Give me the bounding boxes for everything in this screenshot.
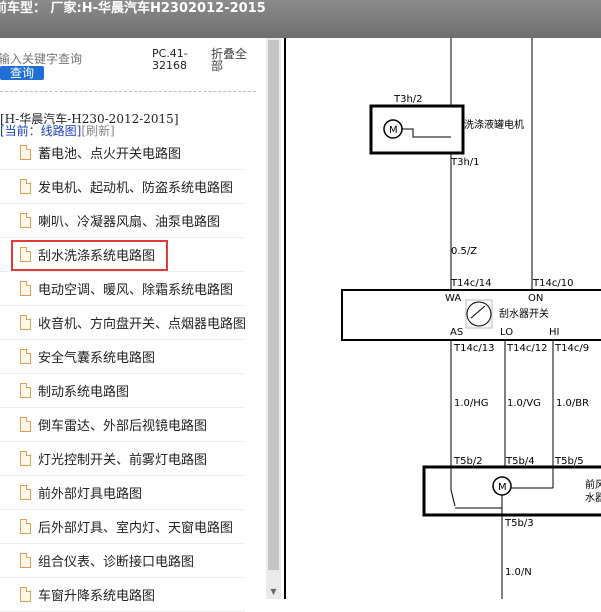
- document-icon: [20, 417, 31, 432]
- divider: [0, 91, 256, 92]
- washer-motor-m: M: [389, 125, 398, 136]
- window-title: 前车型： 厂家:H-华晨汽车H2302012-2015: [0, 1, 266, 16]
- as-label: AS: [450, 327, 463, 338]
- fold-all-link[interactable]: 折叠全部: [211, 48, 251, 72]
- document-icon: [20, 145, 31, 160]
- wire-n-label: 1.0/N: [505, 567, 532, 578]
- circuit-list-item[interactable]: 倒车雷达、外部后视镜电路图: [0, 407, 245, 442]
- circuit-list-item[interactable]: 后外部灯具、室内灯、天窗电路图: [0, 509, 245, 544]
- wiring-diagram: T3h/2 M 洗涤液罐电机 T3h/1 0.5/Z T14c/14 T14c/…: [283, 38, 601, 599]
- circuit-list-item[interactable]: 刮水洗涤系统电路图: [0, 237, 245, 272]
- circuit-list-item-label: 电动空调、暖风、除霜系统电路图: [38, 283, 234, 298]
- diagram-svg: T3h/2 M 洗涤液罐电机 T3h/1 0.5/Z T14c/14 T14c/…: [284, 38, 601, 599]
- t14c10-label: T14c/10: [532, 278, 573, 289]
- wire-br-label: 1.0/BR: [556, 398, 589, 409]
- circuit-list-item-label: 安全气囊系统电路图: [38, 351, 156, 366]
- circuit-list-item-label: 制动系统电路图: [38, 385, 130, 400]
- circuit-list-item-label: 发电机、起动机、防盗系统电路图: [38, 181, 234, 196]
- on-label: ON: [528, 293, 543, 304]
- front-label-1: 前风: [585, 478, 601, 491]
- t14c13-label: T14c/13: [453, 343, 494, 354]
- circuit-list-item[interactable]: 安全气囊系统电路图: [0, 339, 245, 374]
- t3h2-label: T3h/2: [393, 94, 423, 105]
- scrollbar-thumb[interactable]: [268, 40, 279, 570]
- t14c14-label: T14c/14: [450, 278, 491, 289]
- title-bar: 前车型： 厂家:H-华晨汽车H2302012-2015: [0, 0, 601, 38]
- document-icon: [20, 383, 31, 398]
- document-icon: [20, 553, 31, 568]
- circuit-list-item[interactable]: 制动系统电路图: [0, 373, 245, 408]
- circuit-list-item-label: 倒车雷达、外部后视镜电路图: [38, 419, 208, 434]
- circuit-list-item-label: 组合仪表、诊断接口电路图: [38, 555, 195, 570]
- circuit-list-item-label: 蓄电池、点火开关电路图: [38, 147, 182, 162]
- wa-label: WA: [445, 293, 461, 304]
- document-icon: [20, 587, 31, 602]
- document-icon: [20, 281, 31, 296]
- wiper-motor-m: M: [498, 482, 507, 493]
- left-panel: 查询 PC.41-32168 折叠全部 [H-华晨汽车-H230-2012-20…: [0, 38, 283, 612]
- wire-vg-label: 1.0/VG: [507, 398, 541, 409]
- document-icon: [20, 349, 31, 364]
- selection-highlight: [11, 240, 168, 271]
- circuit-list-item-label: 收音机、方向盘开关、点烟器电路图: [38, 317, 247, 332]
- document-code: PC.41-32168: [152, 47, 188, 72]
- lo-label: LO: [500, 327, 513, 338]
- circuit-list-item-label: 灯光控制开关、前雾灯电路图: [38, 453, 208, 468]
- circuit-list-item[interactable]: 喇叭、冷凝器风扇、油泵电路图: [0, 203, 245, 238]
- document-icon: [20, 315, 31, 330]
- circuit-list-item-label: 后外部灯具、室内灯、天窗电路图: [38, 521, 234, 536]
- circuit-list-item[interactable]: 蓄电池、点火开关电路图: [0, 135, 245, 170]
- circuit-list-item-label: 喇叭、冷凝器风扇、油泵电路图: [38, 215, 221, 230]
- circuit-list-item[interactable]: 组合仪表、诊断接口电路图: [0, 543, 245, 578]
- circuit-list-item[interactable]: 车窗升降系统电路图: [0, 577, 245, 612]
- wire-hg-label: 1.0/HG: [454, 398, 489, 409]
- t5b5-label: T5b/5: [554, 456, 584, 467]
- document-icon: [20, 213, 31, 228]
- circuit-list-item[interactable]: 前外部灯具电路图: [0, 475, 245, 510]
- t5b3-label: T5b/3: [504, 518, 534, 529]
- search-button[interactable]: 查询: [0, 66, 44, 80]
- document-icon: [20, 451, 31, 466]
- t5b2-label: T5b/2: [453, 456, 483, 467]
- front-label-2: 水器: [585, 492, 601, 504]
- circuit-list-item[interactable]: 灯光控制开关、前雾灯电路图: [0, 441, 245, 476]
- switch-label: 刮水器开关: [499, 307, 549, 320]
- wire-05z-label: 0.5/Z: [451, 246, 477, 257]
- circuit-list-item-label: 前外部灯具电路图: [38, 487, 143, 502]
- document-icon: [20, 179, 31, 194]
- circuit-list-item-label: 车窗升降系统电路图: [38, 589, 156, 604]
- document-icon: [20, 485, 31, 500]
- hi-label: HI: [549, 327, 559, 338]
- document-icon: [20, 519, 31, 534]
- washer-motor-label: 洗涤液罐电机: [464, 118, 524, 131]
- t3h1-label: T3h/1: [450, 157, 480, 168]
- t14c12-label: T14c/12: [506, 343, 547, 354]
- circuit-list-item[interactable]: 电动空调、暖风、除霜系统电路图: [0, 271, 245, 306]
- circuit-list-item[interactable]: 发电机、起动机、防盗系统电路图: [0, 169, 245, 204]
- scroll-down-arrow[interactable]: ▼: [268, 586, 279, 597]
- search-input[interactable]: [0, 52, 138, 66]
- t5b4-label: T5b/4: [505, 456, 535, 467]
- t14c9-label: T14c/9: [554, 343, 589, 354]
- circuit-list-item[interactable]: 收音机、方向盘开关、点烟器电路图: [0, 305, 247, 340]
